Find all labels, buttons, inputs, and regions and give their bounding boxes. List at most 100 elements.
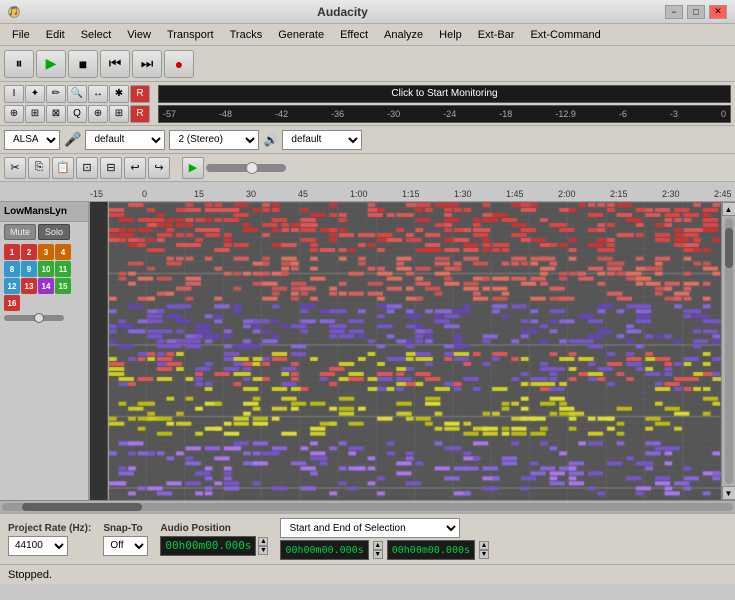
- sel-start-down[interactable]: ▼: [373, 550, 383, 559]
- selection-end-display[interactable]: 00h00m00.000s: [387, 540, 475, 560]
- zoom-normal[interactable]: ⊕: [4, 105, 24, 123]
- edit-copy[interactable]: ⎘: [28, 157, 50, 179]
- pause-button[interactable]: ⏸: [4, 50, 34, 78]
- output-vu-meter[interactable]: -57 -48 -42 -36 -30 -24 -18 -12.9 -6 -3 …: [158, 105, 731, 123]
- edit-paste[interactable]: 📋: [52, 157, 74, 179]
- envelope-tool[interactable]: ✦: [25, 85, 45, 103]
- volume-slider[interactable]: [4, 315, 64, 321]
- scroll-down-button[interactable]: ▼: [722, 486, 735, 500]
- selection-start-display[interactable]: 00h00m00.000s: [280, 540, 368, 560]
- sel-start-value: 00h00m00.000s: [285, 545, 363, 556]
- snap-to-label: Snap-To: [103, 523, 148, 534]
- h-scroll-thumb: [22, 503, 142, 511]
- window-title: Audacity: [317, 5, 368, 19]
- zoom-fit[interactable]: ⊞: [25, 105, 45, 123]
- audio-api-select[interactable]: ALSA: [4, 130, 60, 150]
- menu-item-file[interactable]: File: [4, 27, 38, 43]
- track-grid[interactable]: [108, 202, 721, 500]
- output-device-select[interactable]: default: [282, 130, 362, 150]
- sel-end-up[interactable]: ▲: [479, 541, 489, 550]
- mic-level-btn[interactable]: R: [130, 85, 150, 103]
- channel-btn-14[interactable]: 14: [38, 278, 54, 294]
- channel-btn-12[interactable]: 12: [4, 278, 20, 294]
- redo-btn[interactable]: ↪: [148, 157, 170, 179]
- zoom-out[interactable]: Q: [67, 105, 87, 123]
- stop-button[interactable]: ■: [68, 50, 98, 78]
- level-bar: I ✦ ✏ 🔍 ↔ ✱ R ⊕ ⊞ ⊠ Q ⊕ ⊞ R Click to Sta…: [0, 82, 735, 126]
- project-rate-group: Project Rate (Hz): 44100: [8, 523, 91, 556]
- channel-btn-1[interactable]: 1: [4, 244, 20, 260]
- play-button[interactable]: ▶: [36, 50, 66, 78]
- menu-item-edit[interactable]: Edit: [38, 27, 73, 43]
- next-button[interactable]: ⏭: [132, 50, 162, 78]
- multi-tool[interactable]: ✱: [109, 85, 129, 103]
- snap-to-input: Off: [103, 536, 148, 556]
- menu-item-analyze[interactable]: Analyze: [376, 27, 431, 43]
- channel-btn-16[interactable]: 16: [4, 295, 20, 311]
- menu-item-select[interactable]: Select: [73, 27, 120, 43]
- horizontal-scrollbar[interactable]: [0, 500, 735, 512]
- menu-item-transport[interactable]: Transport: [159, 27, 222, 43]
- zoom-in2[interactable]: ⊕: [88, 105, 108, 123]
- selection-row: Start and End of Selection Start and Len…: [280, 518, 489, 538]
- audio-time-value: 00h00m00.000s: [165, 539, 251, 552]
- window-controls-right[interactable]: − □ ✕: [665, 5, 727, 19]
- project-rate-select[interactable]: 44100: [8, 536, 68, 556]
- channel-btn-4[interactable]: 4: [55, 244, 71, 260]
- channel-btn-8[interactable]: 8: [4, 261, 20, 277]
- zoom-in-tool[interactable]: 🔍: [67, 85, 87, 103]
- channel-btn-13[interactable]: 13: [21, 278, 37, 294]
- channel-btn-15[interactable]: 15: [55, 278, 71, 294]
- menu-item-extbar[interactable]: Ext-Bar: [470, 27, 523, 43]
- prev-button[interactable]: ⏮: [100, 50, 130, 78]
- draw-tool[interactable]: ✏: [46, 85, 66, 103]
- maximize-button[interactable]: □: [687, 5, 705, 19]
- menu-item-effect[interactable]: Effect: [332, 27, 376, 43]
- menu-item-generate[interactable]: Generate: [270, 27, 332, 43]
- ruler-mark-10: 2:15: [610, 189, 662, 199]
- undo-btn[interactable]: ↩: [124, 157, 146, 179]
- menu-item-tracks[interactable]: Tracks: [222, 27, 271, 43]
- record-button[interactable]: ●: [164, 50, 194, 78]
- channel-btn-11[interactable]: 11: [55, 261, 71, 277]
- extra-toolbar: ✂ ⎘ 📋 ⊡ ⊟ ↩ ↪ ▶: [0, 154, 735, 182]
- scroll-up-button[interactable]: ▲: [722, 202, 735, 216]
- snap-to-select[interactable]: Off: [103, 536, 148, 556]
- audio-position-label: Audio Position: [160, 523, 268, 534]
- mute-button[interactable]: Mute: [4, 224, 36, 240]
- zoom-slider[interactable]: [206, 164, 286, 172]
- channel-btn-10[interactable]: 10: [38, 261, 54, 277]
- menu-item-help[interactable]: Help: [431, 27, 470, 43]
- trim-btn[interactable]: ⊡: [76, 157, 98, 179]
- time-down-btn[interactable]: ▼: [258, 546, 268, 555]
- channels-select[interactable]: 2 (Stereo): [169, 130, 259, 150]
- menu-item-view[interactable]: View: [119, 27, 159, 43]
- sel-start-up[interactable]: ▲: [373, 541, 383, 550]
- playback-level-btn[interactable]: R: [130, 105, 150, 123]
- channel-btn-9[interactable]: 9: [21, 261, 37, 277]
- silence-btn[interactable]: ⊟: [100, 157, 122, 179]
- close-button[interactable]: ✕: [709, 5, 727, 19]
- sel-start-stepper: ▲ ▼: [373, 541, 383, 559]
- play-btn2[interactable]: ▶: [182, 157, 204, 179]
- selection-tool[interactable]: I: [4, 85, 24, 103]
- snap-to-group: Snap-To Off: [103, 523, 148, 556]
- ruler-mark-12: 2:45: [714, 189, 735, 199]
- solo-button[interactable]: Solo: [38, 224, 70, 240]
- channel-btn-3[interactable]: 3: [38, 244, 54, 260]
- menu-item-extcommand[interactable]: Ext-Command: [522, 27, 608, 43]
- input-device-select[interactable]: default: [85, 130, 165, 150]
- sel-end-down[interactable]: ▼: [479, 550, 489, 559]
- time-shift-tool[interactable]: ↔: [88, 85, 108, 103]
- vertical-scrollbar[interactable]: ▲ ▼: [721, 202, 735, 500]
- audio-position-display[interactable]: 00h00m00.000s: [160, 536, 256, 556]
- selection-type-select[interactable]: Start and End of Selection Start and Len…: [280, 518, 460, 538]
- status-text: Stopped.: [8, 569, 52, 581]
- zoom-full[interactable]: ⊞: [109, 105, 129, 123]
- edit-cut[interactable]: ✂: [4, 157, 26, 179]
- zoom-sel[interactable]: ⊠: [46, 105, 66, 123]
- time-up-btn[interactable]: ▲: [258, 537, 268, 546]
- channel-btn-2[interactable]: 2: [21, 244, 37, 260]
- minimize-button[interactable]: −: [665, 5, 683, 19]
- input-vu-meter[interactable]: Click to Start Monitoring: [158, 85, 731, 103]
